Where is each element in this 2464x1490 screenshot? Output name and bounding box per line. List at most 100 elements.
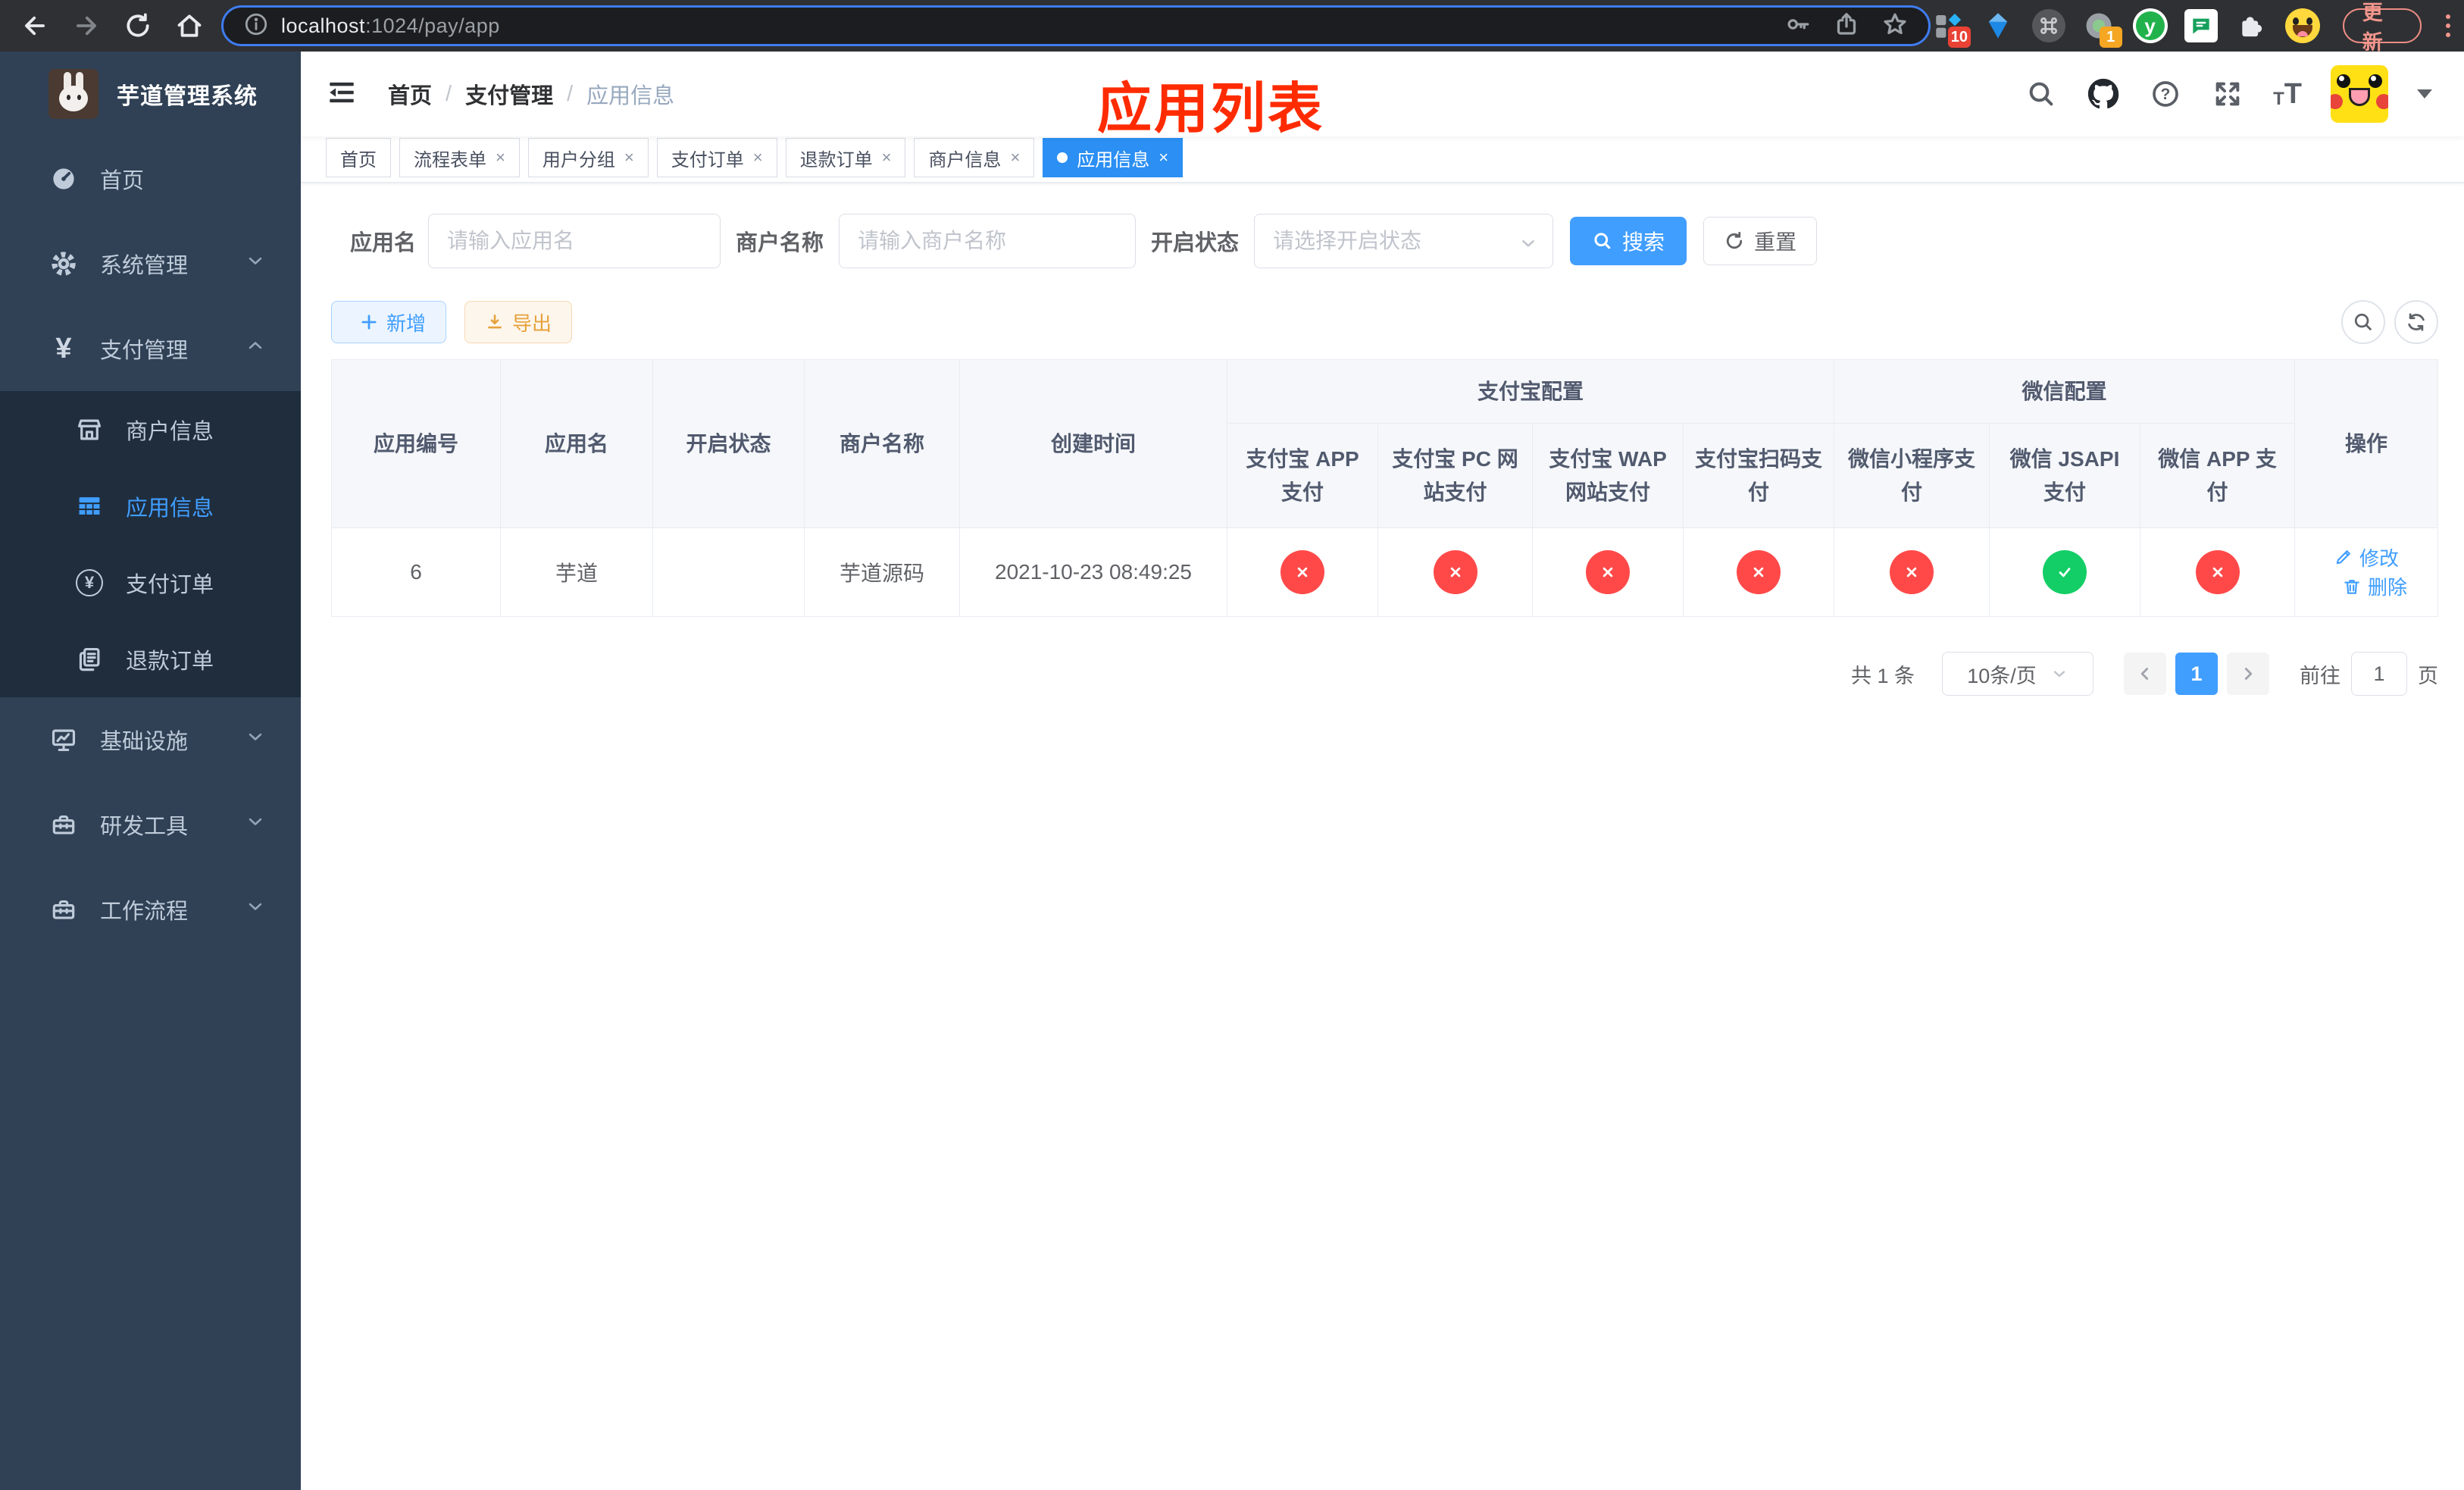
tab-refund-orders[interactable]: 退款订单 × xyxy=(785,138,906,177)
chevron-right-icon xyxy=(2244,668,2253,680)
page-number-1[interactable]: 1 xyxy=(2175,653,2218,695)
sidebar-item-dev-tools[interactable]: 研发工具 xyxy=(0,782,301,867)
puzzle-extensions-icon[interactable] xyxy=(2234,8,2269,43)
user-menu-caret-icon[interactable] xyxy=(2417,89,2432,99)
status-select[interactable] xyxy=(1254,214,1554,268)
close-icon[interactable]: × xyxy=(496,149,505,166)
home-icon[interactable] xyxy=(174,11,205,41)
github-icon[interactable] xyxy=(2087,77,2120,111)
pagination: 共 1 条 10条/页 1 前往 页 xyxy=(331,651,2438,696)
add-button[interactable]: 新增 xyxy=(331,301,447,343)
filter-form: 应用名 商户名称 开启状态 搜索 重置 xyxy=(350,214,2438,268)
goto-page-input[interactable] xyxy=(2351,652,2407,696)
collections-extension-icon[interactable]: 10 xyxy=(1931,8,1971,48)
breadcrumb-home[interactable]: 首页 xyxy=(388,78,432,110)
show-search-button[interactable] xyxy=(2341,300,2385,344)
share-icon[interactable] xyxy=(1833,11,1860,42)
sidebar-item-pay-orders[interactable]: ¥ 支付订单 xyxy=(0,544,301,621)
monitor-chart-icon xyxy=(48,725,79,755)
tab-pay-orders[interactable]: 支付订单 × xyxy=(656,138,777,177)
status-dot-extension-icon[interactable]: 1 xyxy=(2082,8,2122,48)
prev-page-button[interactable] xyxy=(2124,653,2166,695)
search-icon[interactable] xyxy=(2025,77,2058,111)
col-alipay-app: 支付宝 APP 支付 xyxy=(1227,423,1378,528)
delete-link[interactable]: 删除 xyxy=(2342,572,2407,600)
browser-update-button[interactable]: 更新 xyxy=(2342,2,2422,54)
edit-link[interactable]: 修改 xyxy=(2334,543,2399,571)
close-icon[interactable]: × xyxy=(753,149,763,166)
command-extension-icon[interactable] xyxy=(2031,8,2066,43)
bookmark-star-icon[interactable] xyxy=(1881,11,1909,42)
extension-badge: 1 xyxy=(2099,27,2122,48)
tab-process-form[interactable]: 流程表单 × xyxy=(399,138,520,177)
sidebar-item-system[interactable]: 系统管理 xyxy=(0,221,301,306)
sidebar-item-workflow[interactable]: 工作流程 xyxy=(0,867,301,952)
documents-icon xyxy=(74,644,105,675)
extension-badge: 10 xyxy=(1947,27,1971,48)
site-info-icon[interactable] xyxy=(243,11,269,41)
chevron-down-icon xyxy=(245,896,266,923)
font-size-icon[interactable]: TT xyxy=(2273,80,2302,108)
chat-extension-icon[interactable] xyxy=(2184,8,2219,43)
app-name-input[interactable] xyxy=(428,214,721,268)
y-logo-extension-icon[interactable]: y xyxy=(2132,8,2168,43)
yen-circle-icon: ¥ xyxy=(74,568,105,598)
col-alipay-pc: 支付宝 PC 网站支付 xyxy=(1377,423,1533,528)
browser-toolbar: localhost:1024/pay/app 10 1 y 更新 xyxy=(0,0,2464,54)
table-row: 6 芋道 芋道源码 2021-10-23 08:49:25 修改 删除 xyxy=(331,527,2439,617)
col-merchant: 商户名称 xyxy=(804,359,960,528)
table-grid-icon xyxy=(74,491,105,521)
close-icon[interactable]: × xyxy=(1010,149,1020,166)
cross-circle-icon xyxy=(1433,550,1477,594)
sidebar-item-refund-orders[interactable]: 退款订单 xyxy=(0,621,301,697)
forward-icon[interactable] xyxy=(71,11,102,41)
browser-extensions: 10 1 y 更新 xyxy=(1931,2,2464,54)
merchant-name-input[interactable] xyxy=(839,214,1137,268)
top-navbar: 首页 / 支付管理 / 应用信息 ? TT xyxy=(301,52,2464,136)
reload-icon[interactable] xyxy=(123,11,153,41)
sidebar-logo-row[interactable]: 芋道管理系统 xyxy=(0,52,301,136)
sidebar-item-home[interactable]: 首页 xyxy=(0,136,301,221)
password-key-icon[interactable] xyxy=(1784,11,1812,42)
refresh-button[interactable] xyxy=(2394,300,2438,344)
cell-created: 2021-10-23 08:49:25 xyxy=(959,527,1227,617)
search-button[interactable]: 搜索 xyxy=(1570,217,1687,265)
address-bar[interactable]: localhost:1024/pay/app xyxy=(221,5,1931,46)
close-icon[interactable]: × xyxy=(624,149,634,166)
app-title: 芋道管理系统 xyxy=(117,84,258,109)
tab-merchant-info[interactable]: 商户信息 × xyxy=(914,138,1035,177)
sidebar-item-app-info[interactable]: 应用信息 xyxy=(0,468,301,544)
breadcrumb-payment[interactable]: 支付管理 xyxy=(465,78,553,110)
group-wechat-config: 微信配置 xyxy=(1834,359,2296,424)
next-page-button[interactable] xyxy=(2227,653,2269,695)
cell-merchant: 芋道源码 xyxy=(804,527,960,617)
gem-extension-icon[interactable] xyxy=(1981,8,2015,43)
screen: localhost:1024/pay/app 10 1 y 更新 芋道管理系统 … xyxy=(0,0,2464,1490)
hamburger-icon[interactable] xyxy=(326,77,358,112)
back-icon[interactable] xyxy=(20,11,50,41)
chevron-down-icon xyxy=(245,811,266,838)
close-icon[interactable]: × xyxy=(882,149,892,166)
tab-home[interactable]: 首页 xyxy=(326,138,391,177)
merchant-name-label: 商户名称 xyxy=(736,231,824,255)
sidebar-item-merchant-info[interactable]: 商户信息 xyxy=(0,391,301,468)
active-dot-icon xyxy=(1057,152,1068,163)
reset-button[interactable]: 重置 xyxy=(1703,217,1818,265)
user-avatar[interactable] xyxy=(2331,65,2388,123)
tab-app-info[interactable]: 应用信息 × xyxy=(1043,138,1184,177)
page-size-select[interactable]: 10条/页 xyxy=(1942,652,2093,696)
tab-user-group[interactable]: 用户分组 × xyxy=(527,138,649,177)
help-icon[interactable]: ? xyxy=(2149,77,2182,111)
export-button[interactable]: 导出 xyxy=(464,301,573,343)
toolbox-icon xyxy=(48,809,79,840)
cross-circle-icon xyxy=(1586,550,1630,594)
browser-menu-icon[interactable] xyxy=(2446,14,2451,37)
cell-enabled xyxy=(652,527,805,617)
app-name-label: 应用名 xyxy=(350,231,417,255)
url-text[interactable]: localhost:1024/pay/app xyxy=(281,14,1784,38)
profile-avatar[interactable] xyxy=(2284,8,2320,43)
sidebar-item-infrastructure[interactable]: 基础设施 xyxy=(0,697,301,782)
sidebar-item-payment[interactable]: ¥ 支付管理 xyxy=(0,306,301,391)
fullscreen-icon[interactable] xyxy=(2211,77,2244,111)
close-icon[interactable]: × xyxy=(1159,149,1168,166)
